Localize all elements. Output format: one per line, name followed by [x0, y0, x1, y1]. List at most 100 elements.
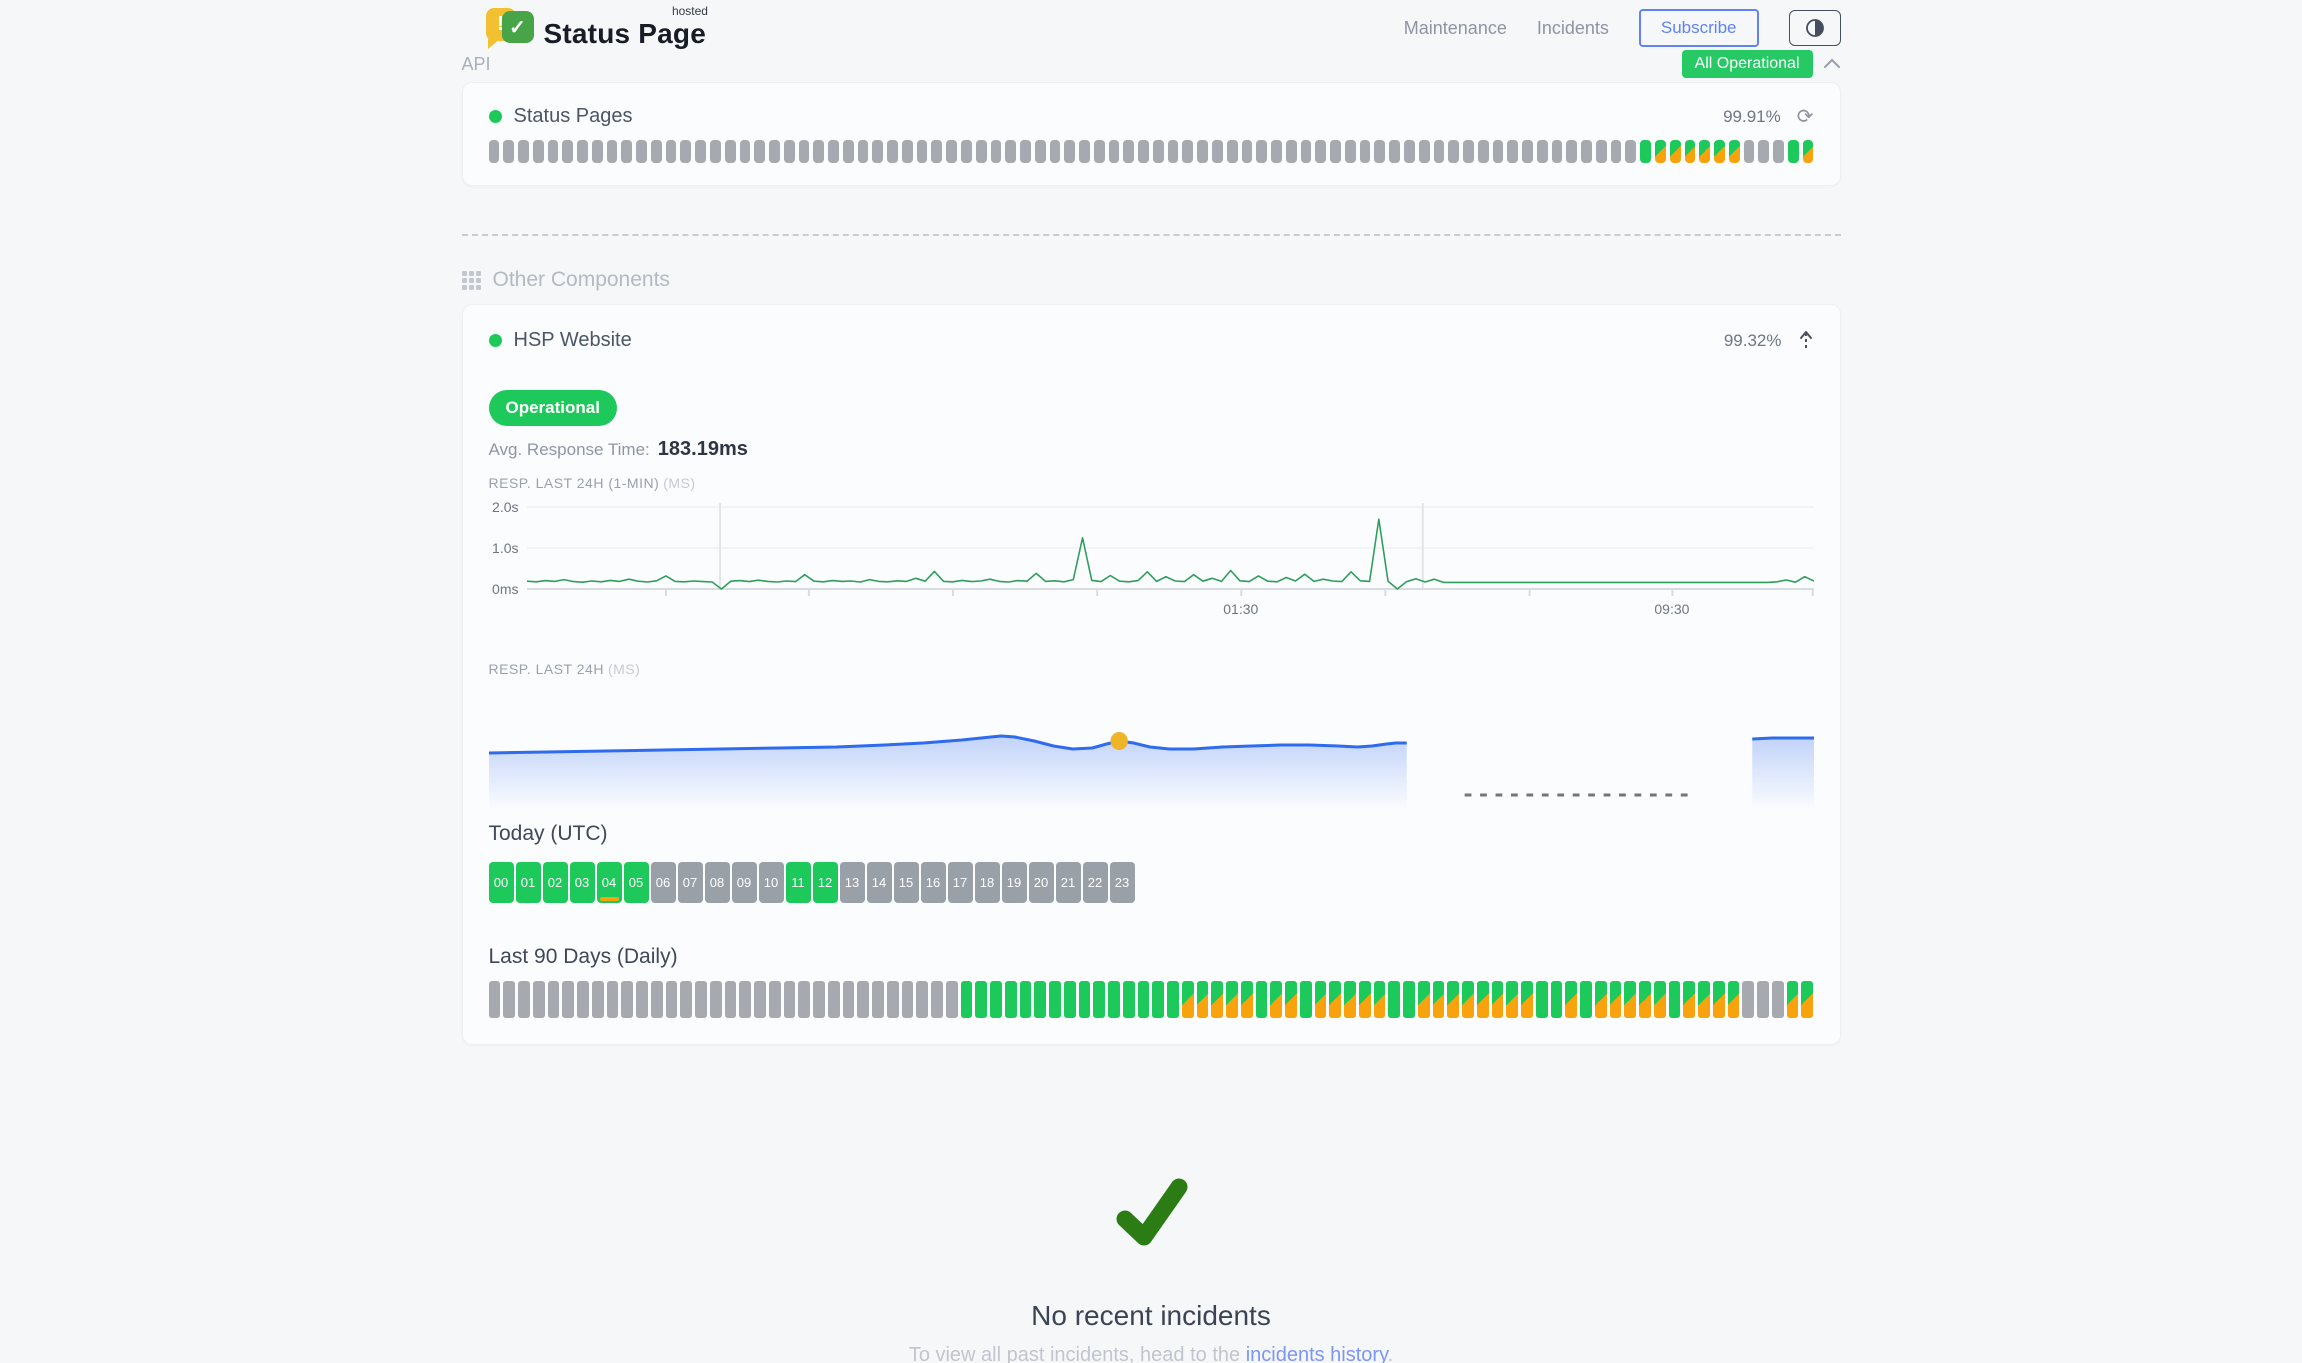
uptime-bar-operational[interactable] [1580, 981, 1592, 1018]
uptime-bar-no-data[interactable] [1286, 140, 1297, 163]
uptime-bar-no-data[interactable] [533, 981, 545, 1018]
uptime-bar-no-data[interactable] [518, 981, 530, 1018]
uptime-bar-no-data[interactable] [621, 981, 633, 1018]
uptime-bar-partial-degraded[interactable] [1285, 981, 1297, 1018]
uptime-bar-no-data[interactable] [754, 981, 766, 1018]
uptime-bar-no-data[interactable] [1374, 140, 1385, 163]
uptime-bar-partial-degraded[interactable] [1359, 981, 1371, 1018]
uptime-bar-operational[interactable] [1167, 981, 1179, 1018]
uptime-bar-no-data[interactable] [740, 140, 751, 163]
hour-cell-01[interactable]: 01 [516, 862, 541, 903]
uptime-bar-no-data[interactable] [1079, 140, 1090, 163]
hour-cell-06[interactable]: 06 [651, 862, 676, 903]
uptime-bar-no-data[interactable] [710, 981, 722, 1018]
uptime-bar-no-data[interactable] [1596, 140, 1607, 163]
uptime-bar-no-data[interactable] [1109, 140, 1120, 163]
hour-cell-02[interactable]: 02 [543, 862, 568, 903]
hour-cell-07[interactable]: 07 [678, 862, 703, 903]
uptime-bar-no-data[interactable] [1020, 140, 1031, 163]
uptime-bar-partial-degraded[interactable] [1595, 981, 1607, 1018]
uptime-bar-partial-degraded[interactable] [1329, 981, 1341, 1018]
uptime-bar-partial-degraded[interactable] [1565, 981, 1577, 1018]
uptime-bar-no-data[interactable] [666, 140, 677, 163]
uptime-bar-no-data[interactable] [961, 140, 972, 163]
uptime-bar-no-data[interactable] [1360, 140, 1371, 163]
uptime-bar-operational[interactable] [1138, 981, 1150, 1018]
uptime-bar-no-data[interactable] [1758, 140, 1769, 163]
hour-cell-21[interactable]: 21 [1056, 862, 1081, 903]
uptime-bar-no-data[interactable] [680, 981, 692, 1018]
uptime-bar-partial-degraded[interactable] [1670, 140, 1681, 163]
uptime-bar-no-data[interactable] [1315, 140, 1326, 163]
uptime-bar-no-data[interactable] [946, 140, 957, 163]
uptime-bar-no-data[interactable] [1404, 140, 1415, 163]
uptime-bar-operational[interactable] [975, 981, 987, 1018]
uptime-bar-no-data[interactable] [577, 140, 588, 163]
uptime-bar-no-data[interactable] [592, 981, 604, 1018]
uptime-bar-partial-degraded[interactable] [1639, 981, 1651, 1018]
uptime-bar-operational[interactable] [1300, 981, 1312, 1018]
uptime-bar-no-data[interactable] [607, 981, 619, 1018]
uptime-bar-operational[interactable] [1049, 981, 1061, 1018]
uptime-bar-no-data[interactable] [533, 140, 544, 163]
uptime-bar-no-data[interactable] [843, 140, 854, 163]
uptime-bar-operational[interactable] [1152, 981, 1164, 1018]
uptime-bar-no-data[interactable] [562, 140, 573, 163]
uptime-bar-operational[interactable] [1020, 981, 1032, 1018]
uptime-bar-no-data[interactable] [872, 981, 884, 1018]
subscribe-button[interactable]: Subscribe [1639, 9, 1759, 47]
uptime-bar-partial-degraded[interactable] [1683, 981, 1695, 1018]
uptime-bar-no-data[interactable] [1123, 140, 1134, 163]
uptime-bar-no-data[interactable] [1744, 140, 1755, 163]
uptime-bar-no-data[interactable] [1064, 140, 1075, 163]
uptime-bar-no-data[interactable] [1389, 140, 1400, 163]
uptime-bar-no-data[interactable] [1168, 140, 1179, 163]
uptime-bar-partial-degraded[interactable] [1506, 981, 1518, 1018]
uptime-bar-no-data[interactable] [799, 140, 810, 163]
uptime-bar-partial-degraded[interactable] [1197, 981, 1209, 1018]
uptime-bar-operational[interactable] [1669, 981, 1681, 1018]
uptime-bar-no-data[interactable] [1463, 140, 1474, 163]
hour-cell-03[interactable]: 03 [570, 862, 595, 903]
uptime-bar-no-data[interactable] [1182, 140, 1193, 163]
uptime-bar-no-data[interactable] [1493, 140, 1504, 163]
uptime-bar-no-data[interactable] [784, 140, 795, 163]
uptime-bar-no-data[interactable] [725, 140, 736, 163]
uptime-bar-operational[interactable] [1256, 981, 1268, 1018]
hour-cell-14[interactable]: 14 [867, 862, 892, 903]
uptime-bar-no-data[interactable] [976, 140, 987, 163]
uptime-bar-partial-degraded[interactable] [1477, 981, 1489, 1018]
uptime-bar-no-data[interactable] [1742, 981, 1754, 1018]
uptime-bar-no-data[interactable] [636, 140, 647, 163]
uptime-bar-no-data[interactable] [828, 981, 840, 1018]
uptime-bar-no-data[interactable] [1301, 140, 1312, 163]
uptime-bar-operational[interactable] [990, 981, 1002, 1018]
uptime-bar-no-data[interactable] [1271, 140, 1282, 163]
uptime-bar-partial-degraded[interactable] [1654, 981, 1666, 1018]
uptime-bar-no-data[interactable] [548, 981, 560, 1018]
uptime-bar-no-data[interactable] [503, 140, 514, 163]
uptime-bar-no-data[interactable] [1227, 140, 1238, 163]
uptime-bar-operational[interactable] [1551, 981, 1563, 1018]
uptime-bar-no-data[interactable] [769, 140, 780, 163]
uptime-bar-partial-degraded[interactable] [1803, 140, 1814, 163]
uptime-bar-no-data[interactable] [946, 981, 958, 1018]
uptime-bar-no-data[interactable] [857, 981, 869, 1018]
nav-maintenance[interactable]: Maintenance [1404, 18, 1507, 39]
uptime-bar-no-data[interactable] [607, 140, 618, 163]
uptime-bar-no-data[interactable] [1434, 140, 1445, 163]
uptime-bar-no-data[interactable] [1330, 140, 1341, 163]
uptime-bar-partial-degraded[interactable] [1655, 140, 1666, 163]
uptime-bar-operational[interactable] [1403, 981, 1415, 1018]
logo[interactable]: ! ✓ hosted Status Page [486, 6, 706, 50]
hour-cell-04[interactable]: 04 [597, 862, 622, 903]
uptime-bar-partial-degraded[interactable] [1433, 981, 1445, 1018]
uptime-bar-no-data[interactable] [710, 140, 721, 163]
uptime-bar-no-data[interactable] [651, 140, 662, 163]
uptime-bar-no-data[interactable] [666, 981, 678, 1018]
hour-cell-19[interactable]: 19 [1002, 862, 1027, 903]
uptime-bar-no-data[interactable] [1507, 140, 1518, 163]
collapse-up-arrow-icon[interactable] [1798, 330, 1814, 352]
uptime-bar-no-data[interactable] [858, 140, 869, 163]
uptime-bar-partial-degraded[interactable] [1226, 981, 1238, 1018]
